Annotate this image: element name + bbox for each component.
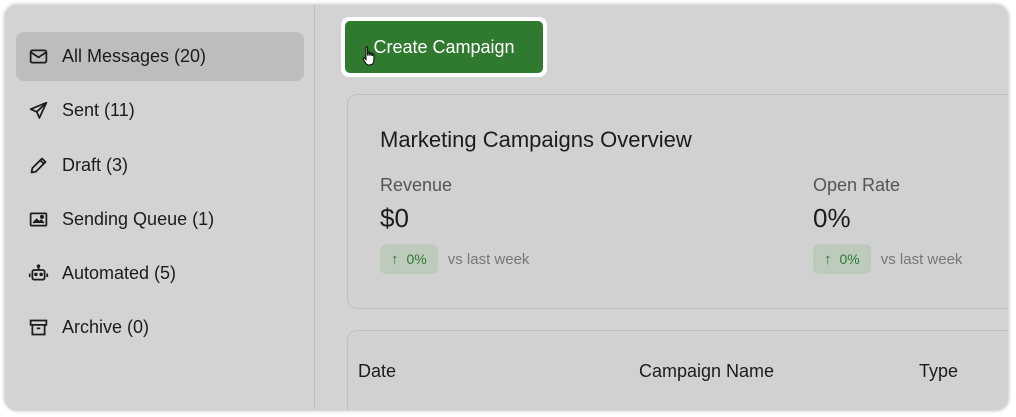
sidebar-item-archive[interactable]: Archive (0) — [16, 303, 304, 352]
image-icon — [27, 209, 49, 231]
sidebar-item-draft[interactable]: Draft (3) — [16, 141, 304, 190]
column-header-date[interactable]: Date — [358, 361, 396, 382]
revenue-metric: Revenue $0 ↑ 0% vs last week — [380, 175, 529, 274]
delta-caption: vs last week — [880, 250, 963, 268]
metric-label: Open Rate — [813, 175, 901, 195]
hand-pointer-icon — [362, 46, 375, 66]
sidebar-item-sending-queue[interactable]: Sending Queue (1) — [16, 195, 304, 244]
column-header-campaign-name[interactable]: Campaign Name — [639, 361, 774, 382]
envelope-icon — [27, 46, 49, 68]
metric-label: Revenue — [380, 175, 453, 195]
delta-value: 0% — [406, 251, 427, 267]
sidebar-item-label: Archive (0) — [62, 317, 150, 337]
sidebar-item-all-messages[interactable]: All Messages (20) — [16, 32, 304, 81]
overview-title: Marketing Campaigns Overview — [380, 127, 692, 152]
sidebar-item-label: Draft (3) — [62, 155, 129, 175]
sidebar-item-sent[interactable]: Sent (11) — [16, 86, 304, 135]
archive-box-icon — [27, 317, 49, 339]
metric-value: $0 — [380, 203, 409, 233]
pencil-icon — [27, 155, 49, 177]
main-content: Create Campaign Marketing Campaigns Over… — [315, 5, 1008, 410]
overview-card: Marketing Campaigns Overview Revenue $0 … — [347, 94, 1008, 309]
metric-value: 0% — [813, 203, 851, 233]
sidebar-item-automated[interactable]: Automated (5) — [16, 249, 304, 298]
arrow-up-icon: ↑ — [391, 250, 399, 268]
open-rate-metric: Open Rate 0% ↑ 0% vs last week — [813, 175, 962, 274]
delta-badge: ↑ 0% — [380, 244, 438, 274]
arrow-up-icon: ↑ — [824, 250, 832, 268]
sidebar-item-label: Sending Queue (1) — [62, 209, 215, 229]
sidebar-item-label: Sent (11) — [62, 100, 135, 120]
paper-plane-icon — [27, 100, 49, 122]
app-window: All Messages (20) Sent (11) Draft (3) Se… — [5, 5, 1008, 410]
column-header-type[interactable]: Type — [919, 361, 958, 382]
delta-value: 0% — [839, 251, 860, 267]
sidebar: All Messages (20) Sent (11) Draft (3) Se… — [5, 5, 315, 410]
delta-badge: ↑ 0% — [813, 244, 871, 274]
sidebar-item-label: All Messages (20) — [62, 46, 207, 66]
campaigns-table: Date Campaign Name Type — [347, 330, 1008, 410]
delta-caption: vs last week — [447, 250, 530, 268]
sidebar-item-label: Automated (5) — [62, 263, 177, 283]
robot-icon — [27, 263, 49, 285]
